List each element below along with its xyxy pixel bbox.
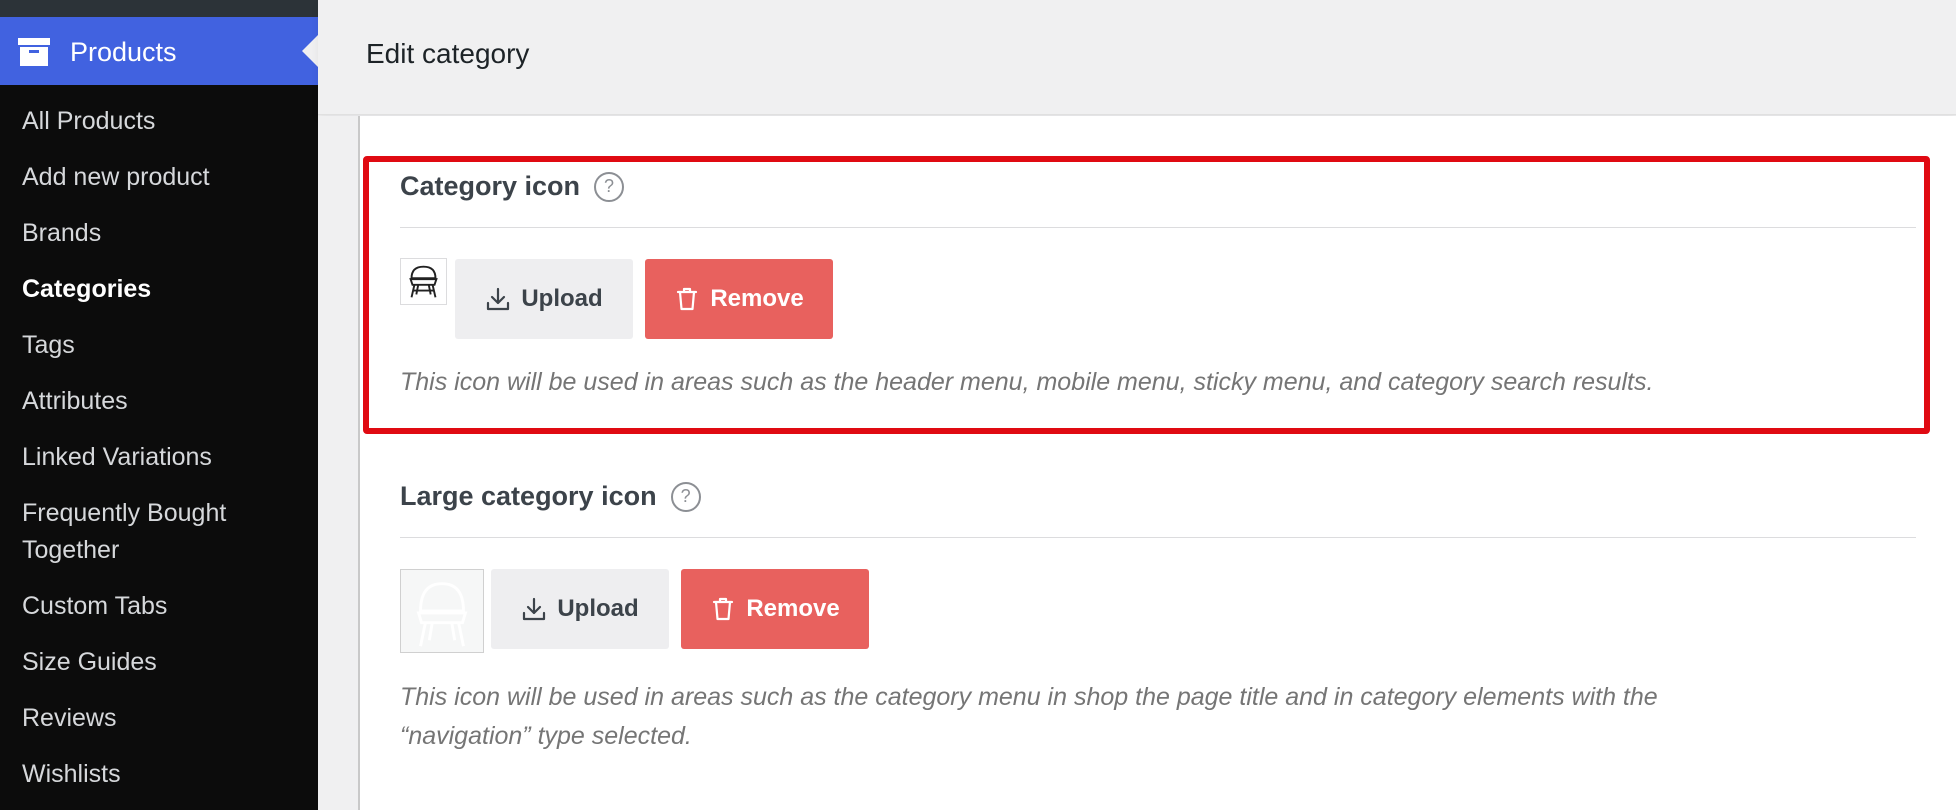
- sidebar-item-reviews[interactable]: Reviews: [0, 700, 318, 737]
- upload-label: Upload: [557, 595, 639, 622]
- category-icon-preview: [400, 258, 447, 305]
- page-title: Edit category: [366, 38, 530, 69]
- section-divider: [400, 227, 1916, 228]
- sidebar-item-add-new-product[interactable]: Add new product: [0, 159, 318, 196]
- sidebar-top-strip: [0, 0, 318, 17]
- sidebar-header-products[interactable]: Products: [0, 17, 318, 85]
- large-category-icon-title: Large category icon: [400, 481, 657, 511]
- category-icon-title: Category icon: [400, 171, 581, 201]
- sidebar-item-wishlists[interactable]: Wishlists: [0, 756, 318, 793]
- large-category-icon-preview: [400, 569, 484, 653]
- sidebar-item-linked-variations[interactable]: Linked Variations: [0, 439, 318, 476]
- section-divider: [400, 537, 1916, 538]
- large-category-icon-description: This icon will be used in areas such as …: [400, 683, 1658, 711]
- chair-icon: [409, 265, 438, 298]
- remove-label: Remove: [710, 285, 804, 312]
- current-menu-arrow: [302, 35, 318, 67]
- remove-label: Remove: [746, 595, 840, 622]
- large-category-icon-upload-button[interactable]: Upload: [491, 569, 669, 649]
- category-icon-remove-button[interactable]: Remove: [645, 259, 833, 339]
- category-icon-upload-button[interactable]: Upload: [455, 259, 633, 339]
- trash-icon: [713, 597, 734, 621]
- admin-sidebar: Products All Products Add new product Br…: [0, 0, 318, 810]
- large-category-icon-description-line2: “navigation” type selected.: [400, 722, 692, 750]
- sidebar-item-frequently-bought-together[interactable]: Frequently Bought Together: [0, 495, 270, 569]
- sidebar-item-attributes[interactable]: Attributes: [0, 383, 318, 420]
- page-header: Edit category: [318, 0, 1956, 115]
- sidebar-item-size-guides[interactable]: Size Guides: [0, 644, 318, 681]
- trash-icon: [677, 287, 698, 311]
- category-icon-description: This icon will be used in areas such as …: [400, 368, 1654, 396]
- large-category-icon-heading: Large category icon ?: [400, 481, 701, 512]
- help-icon[interactable]: ?: [594, 171, 625, 202]
- download-icon: [487, 287, 510, 311]
- category-icon-heading: Category icon ?: [400, 171, 625, 202]
- chair-icon: [416, 582, 468, 647]
- large-category-icon-remove-button[interactable]: Remove: [681, 569, 869, 649]
- upload-label: Upload: [521, 285, 603, 312]
- sidebar-item-custom-tabs[interactable]: Custom Tabs: [0, 588, 318, 625]
- sidebar-item-categories[interactable]: Categories: [0, 271, 318, 308]
- sidebar-item-tags[interactable]: Tags: [0, 327, 318, 364]
- sidebar-header-title: Products: [70, 37, 177, 67]
- sidebar-submenu: All Products Add new product Brands Cate…: [0, 103, 318, 810]
- download-icon: [523, 597, 546, 621]
- sidebar-item-brands[interactable]: Brands: [0, 215, 318, 252]
- archive-box-icon: [18, 38, 50, 66]
- sidebar-item-all-products[interactable]: All Products: [0, 103, 318, 140]
- help-icon[interactable]: ?: [670, 481, 701, 512]
